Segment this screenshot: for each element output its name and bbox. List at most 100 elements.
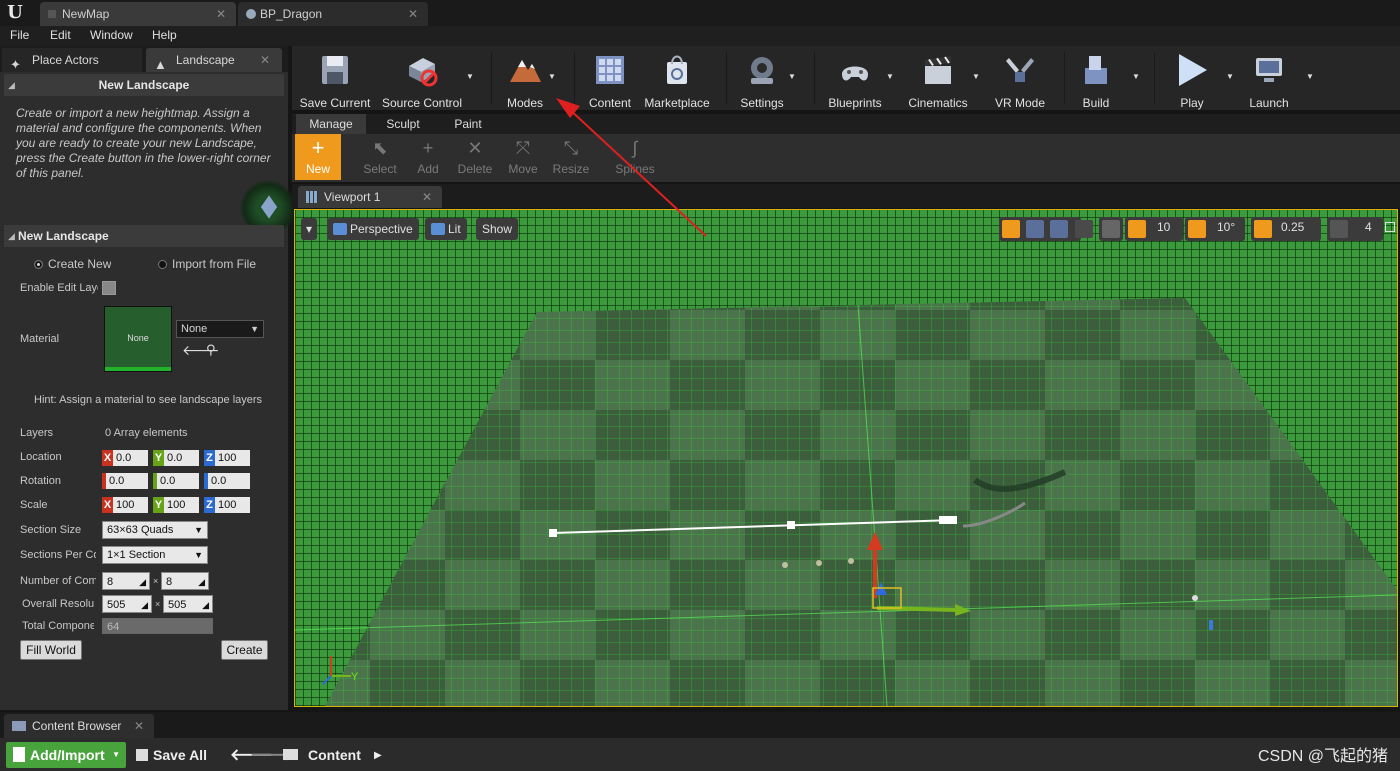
scale-z[interactable]: Z 100 — [204, 497, 252, 513]
enable-edit-layers-checkbox[interactable] — [102, 281, 116, 295]
section-size-select[interactable]: 63×63 Quads ▼ — [102, 521, 208, 539]
tool-add[interactable]: + Add — [405, 134, 451, 180]
resolution-y-input[interactable]: 505 ◢ — [163, 595, 213, 613]
content-button[interactable]: Content — [582, 50, 638, 110]
scale-x-value[interactable]: 100 — [113, 497, 148, 513]
translate-mode-icon[interactable] — [1002, 220, 1020, 238]
vr-mode-button[interactable]: VR Mode — [992, 50, 1048, 110]
source-control-dropdown-icon[interactable]: ▼ — [466, 72, 474, 81]
world-local-icon[interactable] — [1075, 220, 1093, 238]
play-button[interactable]: Play — [1166, 50, 1218, 110]
close-icon[interactable]: ✕ — [216, 2, 226, 26]
modes-button[interactable]: Modes — [498, 50, 552, 110]
rotation-z[interactable]: 0.0 — [204, 473, 252, 489]
path-content[interactable]: Content — [308, 747, 361, 763]
rotation-snap-value[interactable]: 10° — [1217, 220, 1235, 234]
surface-snap-icon[interactable] — [1102, 220, 1120, 238]
tool-splines[interactable]: ∫ Splines — [612, 134, 658, 180]
location-y-value[interactable]: 0.0 — [164, 450, 199, 466]
rotation-x-value[interactable]: 0.0 — [106, 473, 148, 489]
camera-speed-value[interactable]: 4 — [1365, 220, 1372, 234]
actor-sprite[interactable] — [816, 560, 822, 566]
material-select[interactable]: None ▼ — [176, 320, 264, 338]
perspective-button[interactable]: Perspective — [327, 218, 419, 240]
menu-help[interactable]: Help — [152, 28, 177, 42]
menu-window[interactable]: Window — [90, 28, 133, 42]
tool-new[interactable]: + New — [295, 134, 341, 180]
show-button[interactable]: Show — [476, 218, 519, 240]
tab-place-actors[interactable]: ✦ Place Actors — [2, 48, 142, 72]
save-current-button[interactable]: Save Current — [298, 50, 372, 110]
tab-viewport-1[interactable]: Viewport 1 ✕ — [298, 186, 442, 208]
location-x[interactable]: X 0.0 — [102, 450, 150, 466]
material-thumbnail[interactable]: None — [104, 306, 172, 372]
browse-search-icon[interactable]: ⚲ — [206, 342, 216, 358]
marketplace-button[interactable]: Marketplace — [642, 50, 712, 110]
tab-content-browser[interactable]: Content Browser ✕ — [4, 714, 154, 738]
tab-landscape[interactable]: ▲ Landscape ✕ — [146, 48, 282, 72]
maximize-viewport-icon[interactable] — [1385, 222, 1395, 232]
rotation-y[interactable]: 0.0 — [153, 473, 201, 489]
grid-snap-icon[interactable] — [1128, 220, 1146, 238]
blueprints-dropdown-icon[interactable]: ▼ — [886, 72, 894, 81]
build-button[interactable]: Build — [1072, 50, 1120, 110]
actor-sprite[interactable] — [1192, 595, 1198, 601]
close-icon[interactable]: ✕ — [408, 2, 418, 26]
create-button[interactable]: Create — [221, 640, 268, 660]
close-icon[interactable]: ✕ — [260, 48, 270, 72]
tool-select[interactable]: ⬉ Select — [357, 134, 403, 180]
rotation-x[interactable]: 0.0 — [102, 473, 150, 489]
scale-x[interactable]: X 100 — [102, 497, 150, 513]
source-control-button[interactable]: Source Control — [380, 50, 464, 110]
blueprints-button[interactable]: Blueprints — [824, 50, 886, 110]
rotation-snap-icon[interactable] — [1188, 220, 1206, 238]
lit-button[interactable]: Lit — [425, 218, 467, 240]
radio-import-from-file[interactable] — [158, 260, 167, 269]
components-x-input[interactable]: 8 ◢ — [102, 572, 150, 590]
scale-z-value[interactable]: 100 — [215, 497, 250, 513]
components-y-input[interactable]: 8 ◢ — [161, 572, 209, 590]
path-chevron-icon[interactable]: ▶ — [374, 750, 382, 761]
location-y[interactable]: Y 0.0 — [153, 450, 201, 466]
play-dropdown-icon[interactable]: ▼ — [1226, 72, 1234, 81]
launch-dropdown-icon[interactable]: ▼ — [1306, 72, 1314, 81]
scale-y-value[interactable]: 100 — [164, 497, 199, 513]
modes-dropdown-icon[interactable]: ▼ — [548, 72, 556, 81]
cinematics-dropdown-icon[interactable]: ▼ — [972, 72, 980, 81]
fill-world-button[interactable]: Fill World — [20, 640, 82, 660]
scale-snap-value[interactable]: 0.25 — [1281, 220, 1304, 234]
settings-button[interactable]: Settings — [736, 50, 788, 110]
tab-newmap[interactable]: NewMap ✕ — [40, 2, 236, 26]
launch-button[interactable]: Launch — [1242, 50, 1296, 110]
menu-edit[interactable]: Edit — [50, 28, 71, 42]
location-z-value[interactable]: 100 — [215, 450, 250, 466]
level-viewport[interactable]: Y ▾ Perspective Lit Show 10 10° 0.25 4 — [294, 209, 1398, 707]
tool-delete[interactable]: ✕ Delete — [452, 134, 498, 180]
rotate-mode-icon[interactable] — [1026, 220, 1044, 238]
add-import-button[interactable]: Add/Import ▼ — [6, 742, 126, 768]
actor-sprite[interactable] — [782, 562, 788, 568]
save-all-button[interactable]: Save All — [153, 747, 207, 763]
tool-move[interactable]: ⤧ Move — [500, 134, 546, 180]
spline-point[interactable] — [549, 529, 557, 537]
tab-sculpt[interactable]: Sculpt — [370, 114, 436, 134]
sections-per-component-select[interactable]: 1×1 Section ▼ — [102, 546, 208, 564]
tab-paint[interactable]: Paint — [436, 114, 500, 134]
close-icon[interactable]: ✕ — [134, 714, 144, 738]
resolution-x-input[interactable]: 505 ◢ — [102, 595, 152, 613]
scale-mode-icon[interactable] — [1050, 220, 1068, 238]
section-header-new-landscape[interactable]: ◢ New Landscape — [4, 225, 284, 247]
camera-speed-icon[interactable] — [1330, 220, 1348, 238]
rotation-z-value[interactable]: 0.0 — [208, 473, 250, 489]
spline-point[interactable] — [787, 521, 795, 529]
scale-y[interactable]: Y 100 — [153, 497, 201, 513]
tab-bp-dragon[interactable]: BP_Dragon ✕ — [238, 2, 428, 26]
tool-resize[interactable]: ⤡ Resize — [548, 134, 594, 180]
build-dropdown-icon[interactable]: ▼ — [1132, 72, 1140, 81]
actor-sprite[interactable] — [848, 558, 854, 564]
radio-create-new[interactable] — [34, 260, 43, 269]
viewport-options-button[interactable]: ▾ — [301, 218, 318, 240]
close-icon[interactable]: ✕ — [422, 186, 432, 208]
menu-file[interactable]: File — [10, 28, 29, 42]
grid-snap-value[interactable]: 10 — [1157, 220, 1170, 234]
